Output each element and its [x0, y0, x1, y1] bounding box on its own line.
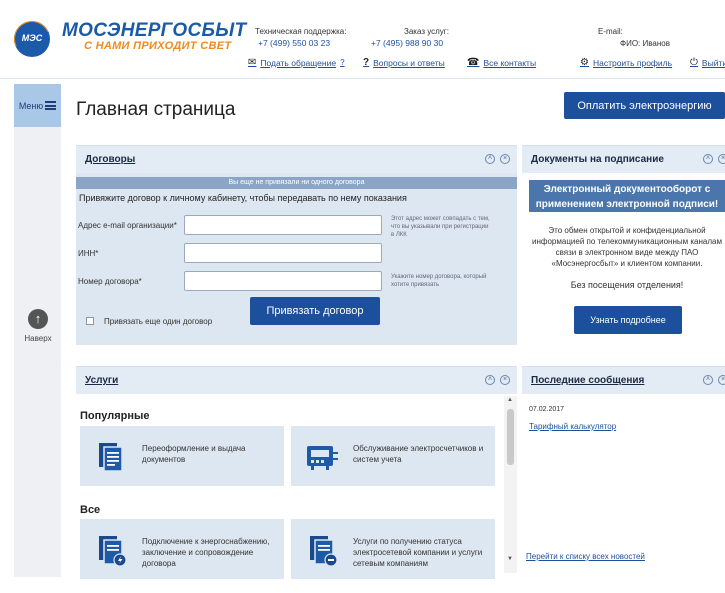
envelope-icon: ✉ — [248, 57, 257, 68]
pay-electricity-button[interactable]: Оплатить электроэнергию — [564, 92, 725, 119]
popular-section-title: Популярные — [80, 410, 150, 422]
document-lightning-icon — [99, 536, 127, 567]
close-icon[interactable]: × — [718, 375, 725, 385]
news-panel: Последние сообщения ˄ × 07.02.2017 Тариф… — [522, 366, 725, 573]
collapse-icon[interactable]: ˄ — [485, 154, 495, 164]
gear-icon: ⚙ — [580, 57, 589, 68]
news-panel-header: Последние сообщения ˄ × — [522, 366, 725, 394]
support-phone[interactable]: +7 (499) 550 03 23 — [258, 38, 330, 48]
news-panel-title[interactable]: Последние сообщения — [531, 375, 644, 386]
order-label: Заказ услуг: — [404, 27, 449, 36]
contracts-panel-title[interactable]: Договоры — [85, 154, 135, 165]
logo-icon[interactable]: МЭС — [14, 21, 50, 57]
close-icon[interactable]: × — [500, 375, 510, 385]
another-contract-label[interactable]: Привязать еще один договор — [104, 317, 212, 326]
contracts-panel-header: Договоры ˄ × — [76, 145, 517, 173]
service-tile-label: Обслуживание электросчетчиков и систем у… — [353, 444, 484, 464]
collapse-icon[interactable]: ˄ — [703, 154, 713, 164]
collapse-icon[interactable]: ˄ — [703, 375, 713, 385]
service-tile[interactable]: Обслуживание электросчетчиков и систем у… — [291, 426, 495, 486]
fio-label: ФИО: Иванов — [620, 39, 670, 48]
email-field[interactable] — [184, 215, 382, 235]
document-badge-icon — [310, 536, 338, 567]
news-item-link[interactable]: Тарифный калькулятор — [529, 422, 616, 431]
learn-more-button[interactable]: Узнать подробнее — [574, 306, 682, 334]
power-icon: ⏻ — [690, 57, 698, 68]
edo-no-visit: Без посещения отделения! — [570, 280, 684, 290]
service-tile-label: Переоформление и выдача документов — [142, 444, 246, 464]
contacts-label: Все контакты — [483, 57, 537, 68]
documents-panel-title: Документы на подписание — [531, 154, 664, 165]
help-icon: ? — [340, 58, 345, 67]
contract-number-hint: Укажите номер договора, который хотите п… — [391, 274, 487, 288]
document-icon — [99, 443, 123, 472]
contracts-intro: Привяжите договор к личному кабинету, чт… — [79, 193, 407, 203]
header: МЭС МОСЭНЕРГОСБЫТ С НАМИ ПРИХОДИТ СВЕТ Т… — [0, 0, 725, 80]
email-field-label: Адрес e-mail организации* — [78, 221, 177, 230]
profile-settings-label: Настроить профиль — [592, 57, 673, 68]
logo-text: МЭС — [21, 33, 43, 43]
bind-contract-button[interactable]: Привязать договор — [250, 297, 380, 325]
scroll-down-arrow-icon[interactable]: ▼ — [507, 556, 513, 562]
contracts-panel-body: Вы еще не привязали ни одного договора П… — [76, 173, 517, 345]
email-label: E-mail: — [598, 27, 623, 36]
contacts-link[interactable]: ☎ Все контакты — [467, 57, 536, 68]
scroll-up-arrow-icon[interactable]: ▲ — [507, 397, 513, 403]
meter-icon — [307, 446, 338, 470]
order-phone[interactable]: +7 (495) 988 90 30 — [371, 38, 443, 48]
services-panel-title[interactable]: Услуги — [85, 375, 118, 386]
logout-link[interactable]: ⏻ Выйти — [690, 57, 725, 68]
support-label: Техническая поддержка: — [255, 27, 347, 36]
question-icon: ? — [363, 57, 370, 68]
hamburger-icon — [45, 101, 57, 110]
left-rail — [14, 127, 61, 577]
close-icon[interactable]: × — [718, 154, 725, 164]
news-date: 07.02.2017 — [529, 406, 565, 413]
edo-banner: Электронный документооборот с применение… — [529, 180, 725, 212]
close-icon[interactable]: × — [500, 154, 510, 164]
header-divider — [0, 78, 725, 79]
documents-panel-header: Документы на подписание ˄ × — [522, 145, 725, 173]
profile-settings-link[interactable]: ⚙ Настроить профиль — [580, 57, 672, 68]
services-panel-header: Услуги ˄ × — [76, 366, 517, 394]
submit-request-label: Подать обращение — [260, 57, 337, 68]
edo-description: Это обмен открытой и конфиденциальной ин… — [532, 226, 722, 268]
all-news-link[interactable]: Перейти к списку всех новостей — [526, 552, 645, 561]
contract-number-field[interactable] — [184, 271, 382, 291]
service-tile[interactable]: Переоформление и выдача документов — [80, 426, 284, 486]
inn-field[interactable] — [184, 243, 382, 263]
scroll-top-label[interactable]: Наверх — [18, 334, 58, 343]
services-panel: Услуги ˄ × Популярные Переоформление и в… — [76, 366, 517, 579]
services-scrollbar-thumb[interactable] — [507, 409, 514, 465]
submit-request-link[interactable]: ✉ Подать обращение ? — [248, 57, 345, 68]
arrow-up-icon[interactable]: ↑ — [28, 309, 48, 329]
collapse-icon[interactable]: ˄ — [485, 375, 495, 385]
faq-label: Вопросы и ответы — [373, 57, 445, 68]
phone-icon: ☎ — [467, 57, 480, 68]
menu-button[interactable]: Меню — [14, 84, 61, 127]
page-title: Главная страница — [76, 99, 236, 120]
email-field-hint: Этот адрес может совпадать с тем, что вы… — [391, 216, 490, 238]
documents-panel: Документы на подписание ˄ × Электронный … — [522, 145, 725, 345]
another-contract-checkbox[interactable] — [86, 317, 94, 325]
brand-slogan: С НАМИ ПРИХОДИТ СВЕТ — [84, 40, 232, 52]
logout-label: Выйти — [701, 57, 725, 68]
brand-name[interactable]: МОСЭНЕРГОСБЫТ — [62, 20, 246, 42]
inn-field-label: ИНН* — [78, 249, 99, 258]
service-tile-label: Подключение к энергоснабжению, заключени… — [142, 537, 270, 568]
menu-label: Меню — [18, 100, 44, 111]
contracts-panel: Договоры ˄ × Вы еще не привязали ни одно… — [76, 145, 517, 345]
contract-number-label: Номер договора* — [78, 277, 142, 286]
service-tile-label: Услуги по получению статуса электросетев… — [353, 537, 483, 568]
service-tile[interactable]: Подключение к энергоснабжению, заключени… — [80, 519, 284, 579]
contracts-empty-banner: Вы еще не привязали ни одного договора — [76, 177, 517, 189]
service-tile[interactable]: Услуги по получению статуса электросетев… — [291, 519, 495, 579]
faq-link[interactable]: ? Вопросы и ответы — [363, 57, 445, 68]
all-section-title: Все — [80, 504, 101, 516]
